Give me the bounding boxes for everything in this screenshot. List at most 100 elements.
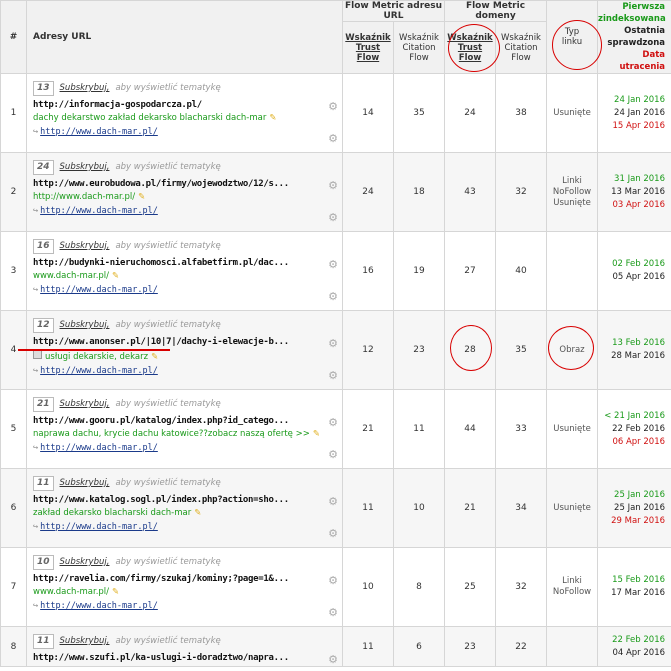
- domain-trust-flow: 25: [444, 547, 496, 627]
- subscribe-link[interactable]: Subskrybuj,: [60, 636, 110, 646]
- target-url: ↪ http://www.dach-mar.pl/: [33, 601, 158, 611]
- row-number: 3: [0, 231, 27, 311]
- col-header-dates[interactable]: Pierwsza zindeksowana Ostatnia sprawdzon…: [597, 0, 671, 74]
- gear-icon[interactable]: ⚙: [328, 574, 338, 587]
- link-type-label: Usunięte: [553, 502, 591, 513]
- first-indexed-date: 22 Feb 2016: [612, 634, 666, 645]
- source-url[interactable]: http://budynki-nieruchomosci.alfabetfirm…: [33, 258, 342, 268]
- dates-cell: 22 Feb 2016 04 Apr 2016: [597, 626, 671, 667]
- topic-badge: 24: [33, 159, 54, 175]
- col-header-url-trust-flow[interactable]: Wskaźnik Trust Flow: [342, 21, 394, 74]
- subscribe-link[interactable]: Subskrybuj,: [60, 241, 110, 251]
- topic-line: 12 Subskrybuj, aby wyświetlić tematykę: [33, 317, 342, 333]
- target-url: ↪ http://www.dach-mar.pl/: [33, 443, 158, 453]
- gear-icon[interactable]: ⚙: [328, 369, 338, 382]
- link-type-label: Linki: [562, 576, 582, 586]
- link-type-cell: [546, 626, 599, 667]
- table-row: 6 11 Subskrybuj, aby wyświetlić tematykę…: [0, 468, 671, 548]
- link-type-label: Obraz: [559, 344, 585, 355]
- url-citation-flow: 35: [393, 73, 445, 153]
- link-type-cell: [546, 231, 599, 311]
- domain-trust-flow: 23: [444, 626, 496, 667]
- gear-icon[interactable]: ⚙: [328, 653, 338, 666]
- url-trust-flow: 16: [342, 231, 394, 311]
- source-url[interactable]: http://www.katalog.sogl.pl/index.php?act…: [33, 495, 342, 505]
- gear-icon[interactable]: ⚙: [328, 290, 338, 303]
- col-header-domain-citation-flow: Wskaźnik Citation Flow: [494, 21, 548, 74]
- lost-date: 03 Apr 2016: [612, 199, 666, 210]
- row-number: 6: [0, 468, 27, 548]
- gear-icon[interactable]: ⚙: [328, 337, 338, 350]
- source-url[interactable]: http://www.anonser.pl/|10|7|/dachy-i-ele…: [33, 337, 342, 347]
- last-checked-date: 13 Mar 2016: [611, 186, 666, 197]
- gear-icon[interactable]: ⚙: [328, 179, 338, 192]
- link-type-cell: Usunięte: [546, 389, 599, 469]
- url-cell: 16 Subskrybuj, aby wyświetlić tematykę h…: [26, 231, 343, 311]
- pencil-icon[interactable]: ✎: [138, 192, 145, 202]
- subscribe-link[interactable]: Subskrybuj,: [60, 478, 110, 488]
- gear-icon[interactable]: ⚙: [328, 606, 338, 619]
- link-type-cell: Usunięte: [546, 468, 599, 548]
- pencil-icon[interactable]: ✎: [112, 587, 119, 597]
- gear-icon[interactable]: ⚙: [328, 211, 338, 224]
- dates-cell: < 21 Jan 2016 22 Feb 2016 06 Apr 2016: [597, 389, 671, 469]
- subscribe-hint: aby wyświetlić tematykę: [115, 636, 221, 646]
- url-trust-flow: 24: [342, 152, 394, 232]
- source-url[interactable]: http://www.eurobudowa.pl/firmy/wojewodzt…: [33, 179, 342, 189]
- subscribe-link[interactable]: Subskrybuj,: [60, 83, 110, 93]
- redirect-arrow-icon: ↪: [33, 601, 39, 611]
- subscribe-link[interactable]: Subskrybuj,: [60, 320, 110, 330]
- col-header-url[interactable]: Adresy URL: [26, 0, 343, 74]
- subscribe-link[interactable]: Subskrybuj,: [60, 162, 110, 172]
- url-citation-flow: 6: [393, 626, 445, 667]
- link-type-label: Usunięte: [553, 107, 591, 118]
- gear-icon[interactable]: ⚙: [328, 495, 338, 508]
- last-checked-date: 25 Jan 2016: [614, 502, 666, 513]
- group-header-domain-flow: Flow Metric domeny: [443, 0, 548, 22]
- topic-badge: 11: [33, 475, 54, 491]
- first-indexed-date: < 21 Jan 2016: [604, 410, 666, 421]
- gear-icon[interactable]: ⚙: [328, 527, 338, 540]
- domain-trust-flow: 21: [444, 468, 496, 548]
- subscribe-link[interactable]: Subskrybuj,: [60, 557, 110, 567]
- topic-line: 13 Subskrybuj, aby wyświetlić tematykę: [33, 80, 342, 96]
- gear-icon[interactable]: ⚙: [328, 100, 338, 113]
- url-cell: 24 Subskrybuj, aby wyświetlić tematykę h…: [26, 152, 343, 232]
- topic-line: 11 Subskrybuj, aby wyświetlić tematykę: [33, 475, 342, 491]
- url-citation-flow: 11: [393, 389, 445, 469]
- url-trust-flow: 11: [342, 468, 394, 548]
- link-type-label: Linki: [562, 175, 582, 186]
- pencil-icon[interactable]: ✎: [151, 352, 158, 362]
- link-type-label: NoFollow: [552, 587, 592, 597]
- domain-trust-flow: 28: [444, 310, 496, 390]
- gear-icon[interactable]: ⚙: [328, 416, 338, 429]
- pencil-icon[interactable]: ✎: [194, 508, 201, 518]
- source-url[interactable]: http://ravelia.com/firmy/szukaj/kominy;?…: [33, 574, 342, 584]
- col-header-domain-trust-flow[interactable]: Wskaźnik Trust Flow: [444, 21, 496, 74]
- first-indexed-date: 02 Feb 2016: [612, 259, 666, 269]
- url-trust-flow: 21: [342, 389, 394, 469]
- domain-citation-flow: 22: [494, 626, 548, 667]
- pencil-icon[interactable]: ✎: [112, 271, 119, 281]
- url-citation-flow: 23: [393, 310, 445, 390]
- dates-cell: 31 Jan 2016 13 Mar 2016 03 Apr 2016: [597, 152, 671, 232]
- lost-date: 15 Apr 2016: [612, 120, 666, 131]
- link-type-cell: Linki NoFollow Usunięte: [546, 152, 599, 232]
- last-checked-date: 04 Apr 2016: [612, 647, 666, 658]
- source-url[interactable]: http://www.gooru.pl/katalog/index.php?id…: [33, 416, 342, 426]
- pencil-icon[interactable]: ✎: [313, 429, 320, 439]
- url-trust-flow: 11: [342, 626, 394, 667]
- dates-cell: 13 Feb 2016 28 Mar 2016: [597, 310, 671, 390]
- topic-badge: 16: [33, 238, 54, 254]
- topic-line: 16 Subskrybuj, aby wyświetlić tematykę: [33, 238, 342, 254]
- source-url[interactable]: http://www.szufi.pl/ka-uslugi-i-doradztw…: [33, 653, 342, 663]
- topic-line: 11 Subskrybuj, aby wyświetlić tematykę: [33, 633, 342, 649]
- subscribe-link[interactable]: Subskrybuj,: [60, 399, 110, 409]
- target-url: ↪ http://www.dach-mar.pl/: [33, 522, 158, 532]
- pencil-icon[interactable]: ✎: [269, 113, 276, 123]
- source-url[interactable]: http://informacja-gospodarcza.pl/: [33, 100, 342, 110]
- gear-icon[interactable]: ⚙: [328, 448, 338, 461]
- dates-cell: 25 Jan 2016 25 Jan 2016 29 Mar 2016: [597, 468, 671, 548]
- gear-icon[interactable]: ⚙: [328, 258, 338, 271]
- gear-icon[interactable]: ⚙: [328, 132, 338, 145]
